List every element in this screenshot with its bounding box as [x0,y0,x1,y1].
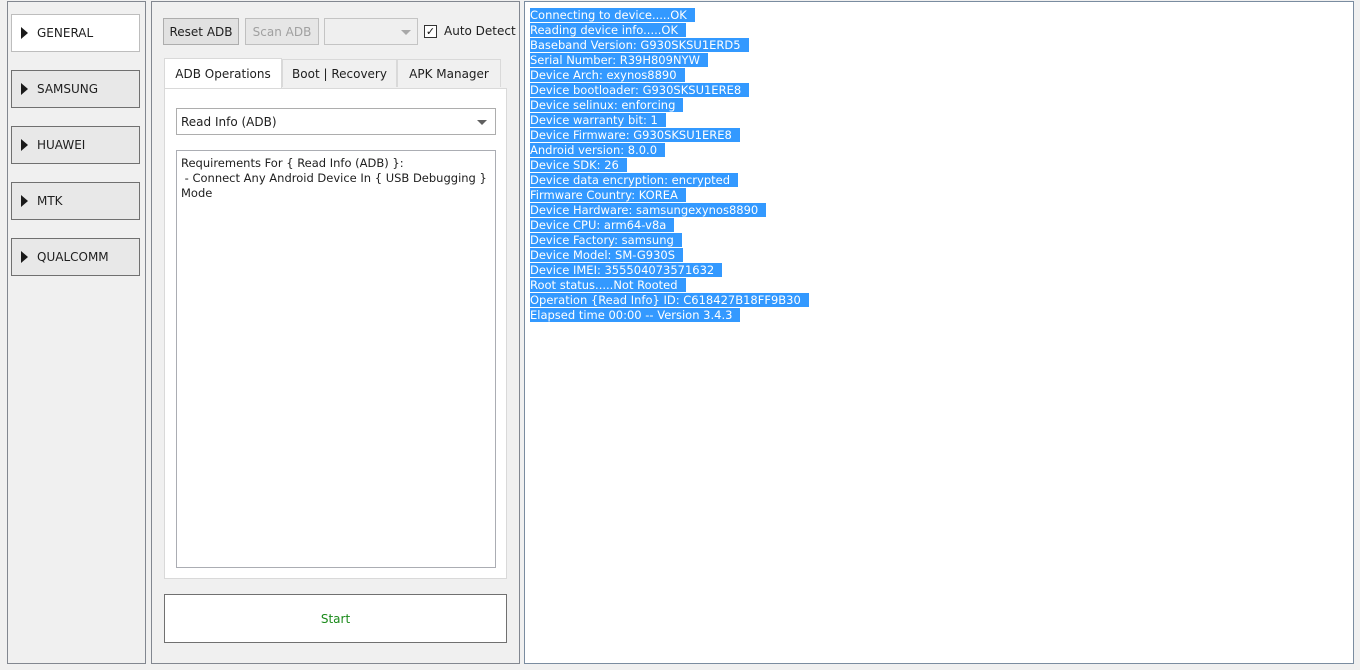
log-line-text: Android version: 8.0.0 [530,143,666,157]
nav-samsung-button[interactable]: SAMSUNG [11,70,140,108]
auto-detect-label[interactable]: Auto Detect [444,24,516,38]
log-line-text: Reading device info.....OK [530,23,687,37]
log-line: Device Hardware: samsungexynos8890 [530,203,809,218]
expand-arrow-icon [21,83,28,95]
nav-samsung-label: SAMSUNG [37,82,99,96]
expand-arrow-icon [21,27,28,39]
log-line: Android version: 8.0.0 [530,143,809,158]
log-line-text: Root status.....Not Rooted [530,278,686,292]
log-line: Operation {Read Info} ID: C618427B18FF9B… [530,293,809,308]
log-line: Device Model: SM-G930S [530,248,809,263]
log-output-panel[interactable]: Connecting to device.....OK Reading devic… [524,1,1354,664]
log-line: Device CPU: arm64-v8a [530,218,809,233]
nav-mtk-label: MTK [37,194,63,208]
expand-arrow-icon [21,139,28,151]
log-line-text: Device data encryption: encrypted [530,173,739,187]
log-line: Firmware Country: KOREA [530,188,809,203]
expand-arrow-icon [21,195,28,207]
log-line-text: Device Firmware: G930SKSU1ERE8 [530,128,740,142]
log-line-text: Device warranty bit: 1 [530,113,666,127]
operation-select[interactable]: Read Info (ADB) [176,108,496,135]
log-line: Root status.....Not Rooted [530,278,809,293]
log-line-text: Operation {Read Info} ID: C618427B18FF9B… [530,293,809,307]
nav-general-button[interactable]: GENERAL [11,14,140,52]
operations-panel: Reset ADB Scan ADB ✓ Auto Detect ADB Ope… [151,1,520,664]
log-line-text: Baseband Version: G930SKSU1ERD5 [530,38,749,52]
reset-adb-button[interactable]: Reset ADB [163,18,239,45]
auto-detect-checkbox[interactable]: ✓ [424,25,437,38]
log-line: Serial Number: R39H809NYW [530,53,809,68]
log-line-text: Device bootloader: G930SKSU1ERE8 [530,83,750,97]
log-line: Reading device info.....OK [530,23,809,38]
tab-adb-operations[interactable]: ADB Operations [164,58,282,88]
tab-apk-manager[interactable]: APK Manager [397,59,501,87]
nav-huawei-label: HUAWEI [37,138,86,152]
log-line: Device IMEI: 355504073571632 [530,263,809,278]
log-line-text: Connecting to device.....OK [530,8,695,22]
log-line: Device data encryption: encrypted [530,173,809,188]
log-line-text: Serial Number: R39H809NYW [530,53,708,67]
log-line-text: Device Factory: samsung [530,233,682,247]
log-line-text: Device CPU: arm64-v8a [530,218,675,232]
nav-huawei-button[interactable]: HUAWEI [11,126,140,164]
log-line-text: Device selinux: enforcing [530,98,684,112]
log-line: Baseband Version: G930SKSU1ERD5 [530,38,809,53]
nav-qualcomm-label: QUALCOMM [37,250,109,264]
checkmark-icon: ✓ [425,25,436,38]
log-line-text: Device Model: SM-G930S [530,248,683,262]
log-line: Device Factory: samsung [530,233,809,248]
nav-qualcomm-button[interactable]: QUALCOMM [11,238,140,276]
tab-content: Read Info (ADB) Requirements For { Read … [164,88,507,579]
log-line: Device bootloader: G930SKSU1ERE8 [530,83,809,98]
expand-arrow-icon [21,251,28,263]
nav-mtk-button[interactable]: MTK [11,182,140,220]
operation-select-value: Read Info (ADB) [181,114,277,129]
log-line-text: Device Hardware: samsungexynos8890 [530,203,767,217]
scan-adb-button[interactable]: Scan ADB [245,18,319,45]
log-line: Elapsed time 00:00 -- Version 3.4.3 [530,308,809,323]
log-line: Device selinux: enforcing [530,98,809,113]
log-line: Device Firmware: G930SKSU1ERE8 [530,128,809,143]
requirements-textbox[interactable]: Requirements For { Read Info (ADB) }: - … [176,150,496,568]
log-line: Device Arch: exynos8890 [530,68,809,83]
start-button[interactable]: Start [164,594,507,643]
log-line: Connecting to device.....OK [530,8,809,23]
chevron-down-icon [477,119,487,125]
log-line: Device SDK: 26 [530,158,809,173]
log-line: Device warranty bit: 1 [530,113,809,128]
nav-general-label: GENERAL [37,26,94,40]
log-line-text: Device IMEI: 355504073571632 [530,263,723,277]
category-nav-panel: GENERAL SAMSUNG HUAWEI MTK QUALCOMM [7,1,146,664]
log-line-text: Firmware Country: KOREA [530,188,686,202]
log-lines: Connecting to device.....OK Reading devic… [530,8,809,323]
log-line-text: Device Arch: exynos8890 [530,68,685,82]
chevron-down-icon [401,29,411,35]
port-select[interactable] [324,18,418,45]
log-line-text: Elapsed time 00:00 -- Version 3.4.3 [530,308,741,322]
tab-boot-recovery[interactable]: Boot | Recovery [282,59,397,87]
log-line-text: Device SDK: 26 [530,158,627,172]
